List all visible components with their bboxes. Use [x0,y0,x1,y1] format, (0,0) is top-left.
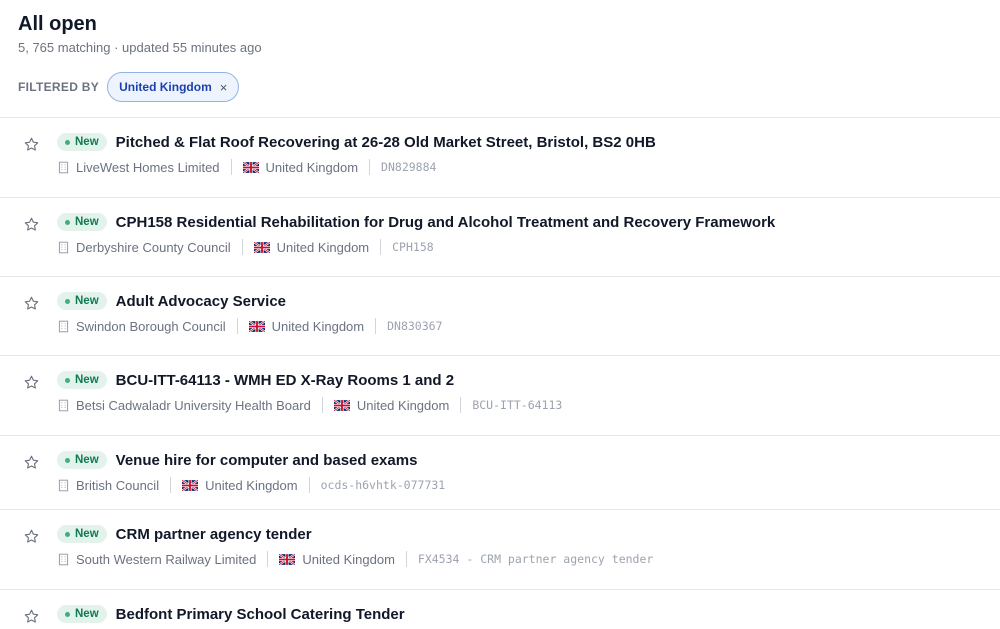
filter-chip-country[interactable]: United Kingdom × [107,72,240,102]
filter-bar: FILTERED BY United Kingdom × [18,72,982,102]
page-title: All open [18,13,97,35]
result-summary: 5, 765 matching · updated 55 minutes ago [18,40,262,55]
list-item[interactable]: New Bedfont Primary School Catering Tend… [0,589,1000,629]
page-header: All open 5, 765 matching · updated 55 mi… [0,0,1000,102]
star-icon[interactable] [22,607,40,625]
filter-chip-label: United Kingdom [119,80,212,94]
status-badge: New [57,605,107,623]
close-icon[interactable]: × [220,80,228,95]
filter-label: FILTERED BY [18,80,100,94]
tender-list: New Pitched & Flat Roof Recovering at 26… [0,117,1000,629]
tender-title[interactable]: Bedfont Primary School Catering Tender [116,606,405,623]
